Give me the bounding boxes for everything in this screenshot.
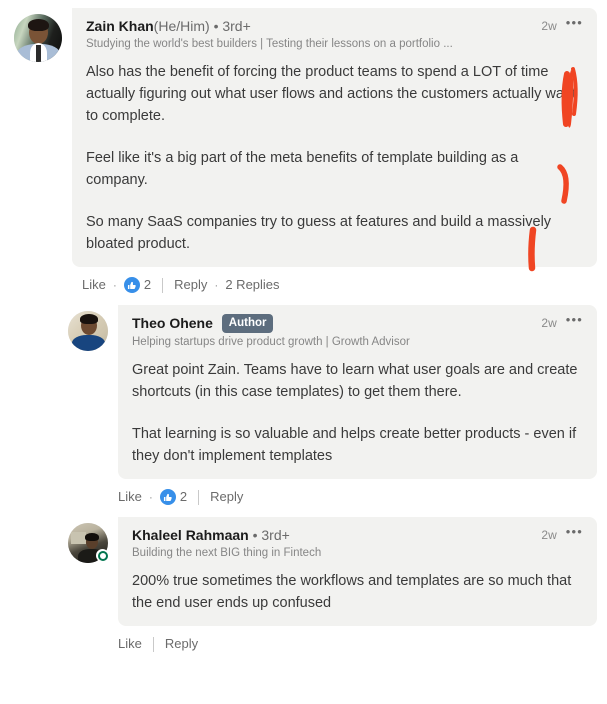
- comment-bubble-khaleel-rahmaan: Khaleel Rahmaan • 3rd+ Building the next…: [118, 517, 597, 626]
- action-separator-dot: ·: [112, 278, 117, 292]
- comment-actions-wrap-khaleel-rahmaan: Like Reply: [0, 626, 607, 664]
- avatar-tie: [36, 45, 41, 62]
- comment-paragraph: So many SaaS companies try to guess at f…: [86, 214, 552, 252]
- comment-timestamp: 2w: [541, 316, 557, 330]
- avatar-hair: [85, 533, 99, 541]
- name-line-theo-ohene: Theo Ohene Author: [132, 314, 410, 333]
- comment-khaleel-rahmaan: Khaleel Rahmaan • 3rd+ Building the next…: [0, 517, 607, 626]
- reaction-thumbs-up-theo-ohene[interactable]: 2: [159, 489, 188, 505]
- comment-bubble-zain-khan: Zain Khan(He/Him) • 3rd+ Studying the wo…: [72, 8, 597, 267]
- thumbs-up-icon[interactable]: [159, 489, 176, 505]
- reply-button[interactable]: Reply: [210, 489, 243, 505]
- more-options-icon[interactable]: •••: [566, 525, 583, 538]
- thumbs-up-icon[interactable]: [123, 277, 140, 293]
- comment-timestamp: 2w: [541, 19, 557, 33]
- like-button[interactable]: Like: [118, 489, 142, 505]
- comment-block-khaleel-rahmaan: Khaleel Rahmaan • 3rd+ Building the next…: [0, 517, 607, 664]
- comment-bubble-theo-ohene: Theo Ohene Author Helping startups drive…: [118, 305, 597, 479]
- action-separator-bar: [152, 636, 154, 652]
- action-separator-dot: ·: [148, 490, 153, 504]
- comment-paragraph: That learning is so valuable and helps c…: [132, 426, 577, 464]
- comment-actions-wrap-theo-ohene: Like · 2 Reply: [0, 479, 607, 517]
- commenter-headline: Studying the world's best builders | Tes…: [86, 38, 453, 50]
- avatar-zain-khan[interactable]: [14, 14, 62, 62]
- comment-zain-khan: Zain Khan(He/Him) • 3rd+ Studying the wo…: [0, 8, 607, 267]
- avatar-wrap-zain-khan[interactable]: [14, 14, 62, 62]
- linkedin-comment-thread: Zain Khan(He/Him) • 3rd+ Studying the wo…: [0, 0, 607, 704]
- comment-theo-ohene: Theo Ohene Author Helping startups drive…: [0, 305, 607, 479]
- commenter-degree: • 3rd+: [252, 527, 290, 543]
- reaction-thumbs-up-zain-khan[interactable]: 2: [123, 277, 152, 293]
- reaction-count: 2: [143, 277, 152, 292]
- action-separator-bar: [162, 277, 164, 293]
- bubble-column-zain-khan: Zain Khan(He/Him) • 3rd+ Studying the wo…: [62, 8, 597, 267]
- comment-body-zain-khan: Also has the benefit of forcing the prod…: [86, 61, 583, 255]
- bubble-column-khaleel-rahmaan: Khaleel Rahmaan • 3rd+ Building the next…: [108, 517, 597, 626]
- replies-separator-dot: ·: [214, 278, 219, 292]
- reply-button[interactable]: Reply: [174, 277, 207, 293]
- comment-meta-zain-khan: 2w •••: [541, 16, 583, 33]
- name-line-zain-khan: Zain Khan(He/Him) • 3rd+: [86, 17, 453, 35]
- bubble-column-theo-ohene: Theo Ohene Author Helping startups drive…: [108, 305, 597, 479]
- comment-body-theo-ohene: Great point Zain. Teams have to learn wh…: [132, 359, 583, 467]
- avatar-wrap-theo-ohene[interactable]: [68, 311, 108, 351]
- comment-paragraph: Great point Zain. Teams have to learn wh…: [132, 362, 578, 400]
- commenter-name[interactable]: Khaleel Rahmaan: [132, 527, 249, 543]
- comment-header-zain-khan: Zain Khan(He/Him) • 3rd+ Studying the wo…: [86, 16, 583, 52]
- commenter-headline: Building the next BIG thing in Fintech: [132, 547, 322, 559]
- comment-actions-wrap-zain-khan: Like · 2 Reply · 2 Replies: [0, 267, 607, 305]
- avatar-wrap-khaleel-rahmaan[interactable]: [68, 523, 109, 563]
- comment-block-zain-khan: Zain Khan(He/Him) • 3rd+ Studying the wo…: [0, 8, 607, 305]
- comment-header-khaleel-rahmaan: Khaleel Rahmaan • 3rd+ Building the next…: [132, 525, 583, 561]
- more-options-icon[interactable]: •••: [566, 313, 583, 326]
- like-button[interactable]: Like: [118, 636, 142, 652]
- comment-header-theo-ohene: Theo Ohene Author Helping startups drive…: [132, 313, 583, 350]
- comment-actions-zain-khan: Like · 2 Reply · 2 Replies: [82, 267, 597, 305]
- commenter-degree: • 3rd+: [213, 18, 251, 34]
- comment-meta-theo-ohene: 2w •••: [541, 313, 583, 330]
- comment-paragraph: 200% true sometimes the workflows and te…: [132, 573, 572, 611]
- avatar-hair: [80, 314, 98, 324]
- comment-paragraph: Also has the benefit of forcing the prod…: [86, 64, 577, 124]
- comment-timestamp: 2w: [541, 528, 557, 542]
- comment-actions-khaleel-rahmaan: Like Reply: [118, 626, 597, 664]
- comment-meta-khaleel-rahmaan: 2w •••: [541, 525, 583, 542]
- like-button[interactable]: Like: [82, 277, 106, 293]
- identity-theo-ohene: Theo Ohene Author Helping startups drive…: [132, 314, 410, 350]
- identity-zain-khan: Zain Khan(He/Him) • 3rd+ Studying the wo…: [86, 17, 453, 52]
- comment-paragraph: Feel like it's a big part of the meta be…: [86, 150, 519, 188]
- avatar-screen: [71, 532, 86, 544]
- avatar-theo-ohene[interactable]: [68, 311, 108, 351]
- more-options-icon[interactable]: •••: [566, 16, 583, 29]
- identity-khaleel-rahmaan: Khaleel Rahmaan • 3rd+ Building the next…: [132, 526, 321, 561]
- commenter-name[interactable]: Zain Khan: [86, 18, 154, 34]
- view-replies-button[interactable]: 2 Replies: [225, 277, 279, 293]
- comment-body-khaleel-rahmaan: 200% true sometimes the workflows and te…: [132, 570, 583, 614]
- reaction-count: 2: [179, 489, 188, 504]
- commenter-pronouns: (He/Him): [153, 18, 210, 34]
- commenter-name[interactable]: Theo Ohene: [132, 315, 213, 331]
- author-badge: Author: [221, 314, 274, 333]
- avatar-shirt-navy: [72, 335, 105, 351]
- open-to-work-badge: [96, 549, 109, 562]
- reply-button[interactable]: Reply: [165, 636, 198, 652]
- name-line-khaleel-rahmaan: Khaleel Rahmaan • 3rd+: [132, 526, 321, 544]
- comment-actions-theo-ohene: Like · 2 Reply: [118, 479, 597, 517]
- action-separator-bar: [198, 489, 200, 505]
- comment-block-theo-ohene: Theo Ohene Author Helping startups drive…: [0, 305, 607, 517]
- commenter-headline: Helping startups drive product growth | …: [132, 336, 410, 348]
- avatar-hair: [28, 19, 49, 31]
